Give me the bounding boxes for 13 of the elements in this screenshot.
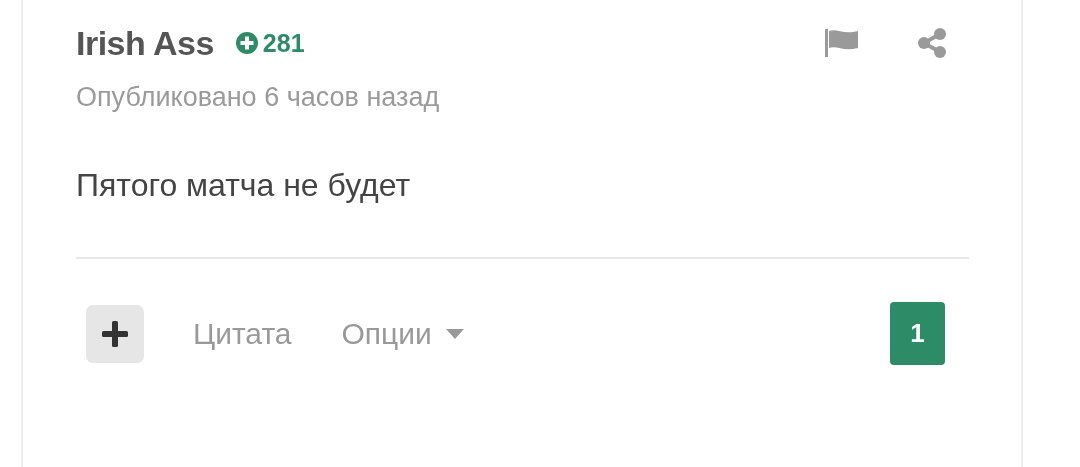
share-icon[interactable] bbox=[917, 28, 947, 58]
post-timestamp: Опубликовано 6 часов назад bbox=[76, 82, 441, 113]
reputation-score: 281 bbox=[235, 28, 305, 58]
options-dropdown[interactable]: Опции bbox=[341, 316, 464, 351]
upvote-button[interactable] bbox=[86, 304, 144, 363]
reaction-count: 1 bbox=[890, 302, 945, 365]
caret-icon bbox=[445, 328, 464, 339]
flag-icon[interactable] bbox=[825, 29, 859, 57]
author-name[interactable]: Irish Ass bbox=[76, 23, 214, 63]
plus-icon bbox=[102, 320, 128, 347]
plus-circle-icon bbox=[235, 32, 258, 54]
post-body: Пятого матча не будет bbox=[76, 167, 412, 204]
quote-link[interactable]: Цитата bbox=[193, 316, 292, 351]
